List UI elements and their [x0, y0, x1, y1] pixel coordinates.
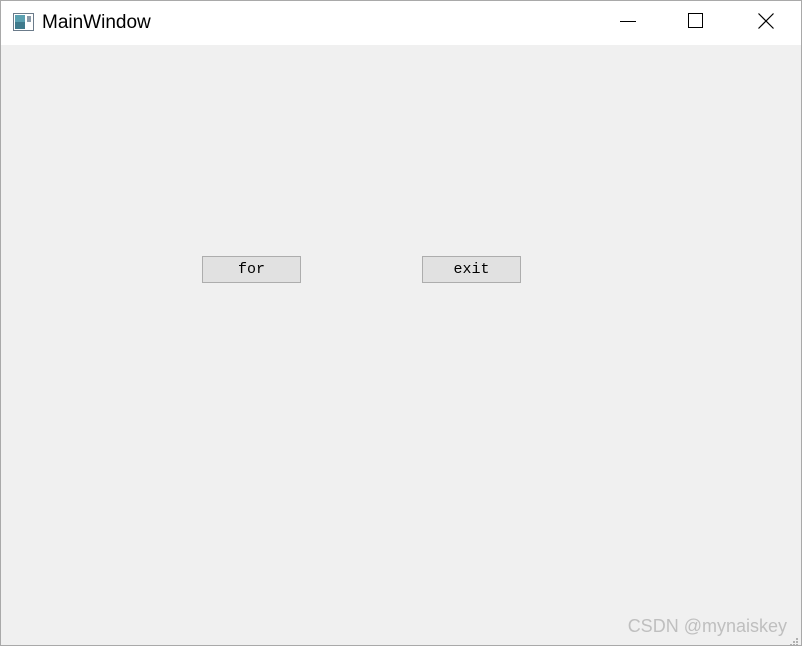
main-window: MainWindow for exit CSDN @mynaiskey [0, 0, 802, 646]
close-icon [758, 12, 774, 34]
maximize-button[interactable] [666, 1, 726, 45]
title-bar[interactable]: MainWindow [1, 1, 801, 45]
close-button[interactable] [736, 1, 796, 45]
window-title: MainWindow [42, 12, 151, 33]
maximize-icon [688, 12, 704, 34]
watermark-text: CSDN @mynaiskey [627, 616, 787, 636]
app-window-icon [13, 13, 34, 31]
minimize-button[interactable] [598, 1, 658, 45]
exit-button[interactable]: exit [422, 256, 521, 283]
resize-grip-icon[interactable] [790, 634, 799, 645]
minimize-icon [620, 13, 636, 34]
client-area: for exit [1, 45, 801, 645]
for-button[interactable]: for [202, 256, 301, 283]
